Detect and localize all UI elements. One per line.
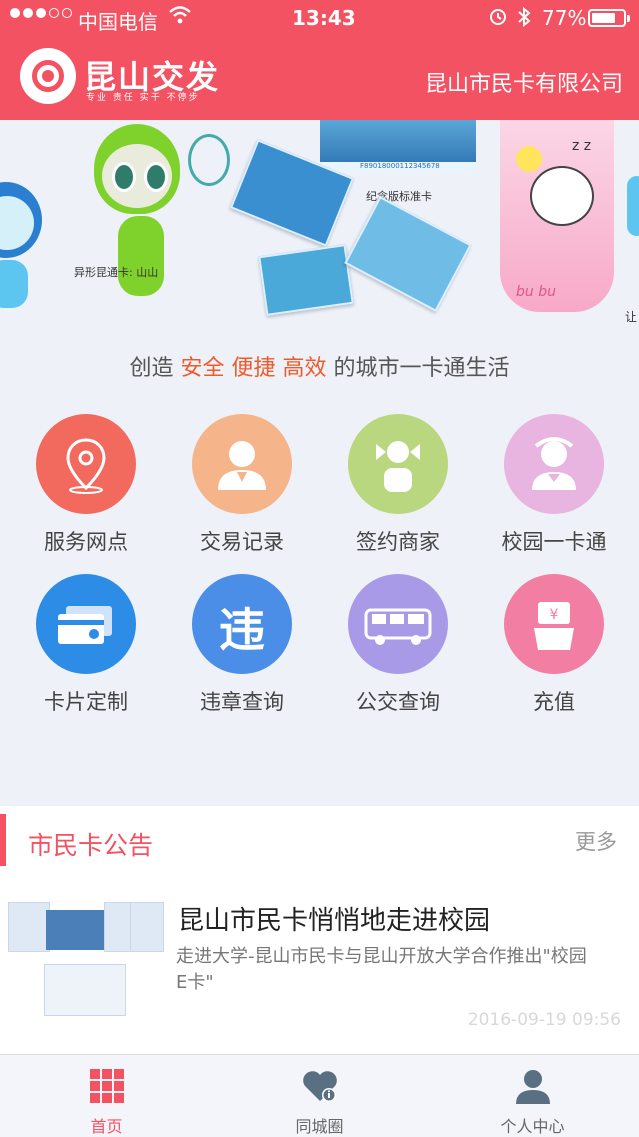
tab-community[interactable]: 同城圈	[213, 1055, 426, 1137]
more-link[interactable]: 更多	[575, 826, 617, 856]
tab-label: 首页	[90, 1117, 123, 1136]
news-description: 走进大学-昆山市民卡与昆山开放大学合作推出"校园E卡"	[176, 946, 587, 993]
alarm-icon	[488, 5, 508, 32]
battery-icon	[588, 9, 630, 27]
location-pin-icon	[36, 414, 136, 514]
news-thumbnail[interactable]	[8, 902, 164, 1022]
tab-label: 同城圈	[295, 1117, 344, 1136]
signal-dot	[62, 8, 72, 18]
bluetooth-icon	[516, 5, 532, 34]
tab-profile[interactable]: 个人中心	[426, 1055, 639, 1137]
battery-percent: 77%	[542, 6, 587, 30]
service-cards[interactable]: 卡片定制	[26, 574, 146, 716]
bear-card-image: z z bu bu	[500, 120, 614, 312]
signal-dot	[10, 8, 20, 18]
commemorative-card-image: F89018000112345678	[320, 120, 476, 172]
banner-edge-image	[627, 176, 639, 236]
section-accent-bar	[0, 814, 6, 866]
tab-label: 个人中心	[500, 1117, 565, 1136]
service-candy-person[interactable]: 签约商家	[338, 414, 458, 556]
tagline-highlight: 安全 便捷 高效	[180, 356, 327, 381]
heart-icon	[301, 1067, 339, 1105]
card-number: F89018000112345678	[360, 162, 440, 170]
service-bus[interactable]: 公交查询	[338, 574, 458, 716]
banner-caption-shaped-card: 异形昆通卡: 山山	[74, 266, 159, 279]
bus-icon	[348, 574, 448, 674]
service-label: 交易记录	[200, 530, 284, 554]
recharge-icon: ¥	[504, 574, 604, 674]
signal-dot	[36, 8, 46, 18]
signal-dot	[49, 8, 59, 18]
service-label: 充值	[533, 690, 575, 714]
company-name: 昆山市民卡有限公司	[424, 72, 623, 97]
student-icon	[504, 414, 604, 514]
person-icon	[514, 1067, 552, 1105]
promo-banner[interactable]: 异形昆通卡: 山山 F89018000112345678 纪念版标准卡 z zb…	[0, 120, 639, 328]
app-header: 中国电信 13:43 77% 昆山交发 专业 责任 实干 不停步 昆山市民卡有限…	[0, 0, 639, 120]
news-title[interactable]: 昆山市民卡悄悄地走进校园	[178, 900, 490, 937]
mascot-green-image	[88, 120, 238, 310]
service-student[interactable]: 校园一卡通	[494, 414, 614, 556]
signal-dot	[23, 8, 33, 18]
candy-person-icon	[348, 414, 448, 514]
service-violation[interactable]: 违违章查询	[182, 574, 302, 716]
service-location-pin[interactable]: 服务网点	[26, 414, 146, 556]
carrier-name: 中国电信	[78, 10, 158, 34]
service-label: 签约商家	[356, 530, 440, 554]
service-label: 违章查询	[200, 690, 284, 714]
tagline: 创造 安全 便捷 高效 的城市一卡通生活	[0, 350, 639, 382]
violation-glyph: 违	[219, 603, 265, 657]
card-box-image	[258, 244, 354, 316]
tab-home[interactable]: 首页	[0, 1055, 213, 1137]
news-timestamp: 2016-09-19 09:56	[467, 1010, 621, 1030]
banner-edge-text: 让	[624, 310, 637, 324]
svg-text:¥: ¥	[550, 607, 559, 623]
service-recharge[interactable]: ¥ 充值	[494, 574, 614, 716]
service-label: 服务网点	[44, 530, 128, 554]
section-title: 市民卡公告	[28, 831, 154, 860]
announcement-section: 市民卡公告 更多 昆山市民卡悄悄地走进校园 走进大学-昆山市民卡与昆山开放大学合…	[0, 806, 639, 1054]
violation-icon: 违	[192, 574, 292, 674]
card-box-image	[344, 196, 472, 312]
mascot-blue-image	[0, 182, 60, 312]
service-merchant-person[interactable]: 交易记录	[182, 414, 302, 556]
brand-slogan: 专业 责任 实干 不停步	[86, 93, 200, 103]
service-label: 校园一卡通	[501, 530, 607, 554]
tagline-suffix: 的城市一卡通生活	[326, 356, 510, 381]
tagline-prefix: 创造	[129, 356, 181, 381]
service-label: 公交查询	[356, 690, 440, 714]
grid-icon	[88, 1067, 126, 1105]
merchant-person-icon	[192, 414, 292, 514]
signal-strength-icon	[10, 8, 72, 18]
brand-logo-icon	[20, 48, 76, 104]
cards-icon	[36, 574, 136, 674]
bottom-tab-bar: 首页 同城圈 个人中心	[0, 1054, 639, 1137]
wifi-icon	[168, 4, 192, 31]
service-label: 卡片定制	[44, 690, 128, 714]
clock-time: 13:43	[292, 6, 356, 30]
status-bar: 中国电信 13:43 77%	[0, 0, 639, 36]
